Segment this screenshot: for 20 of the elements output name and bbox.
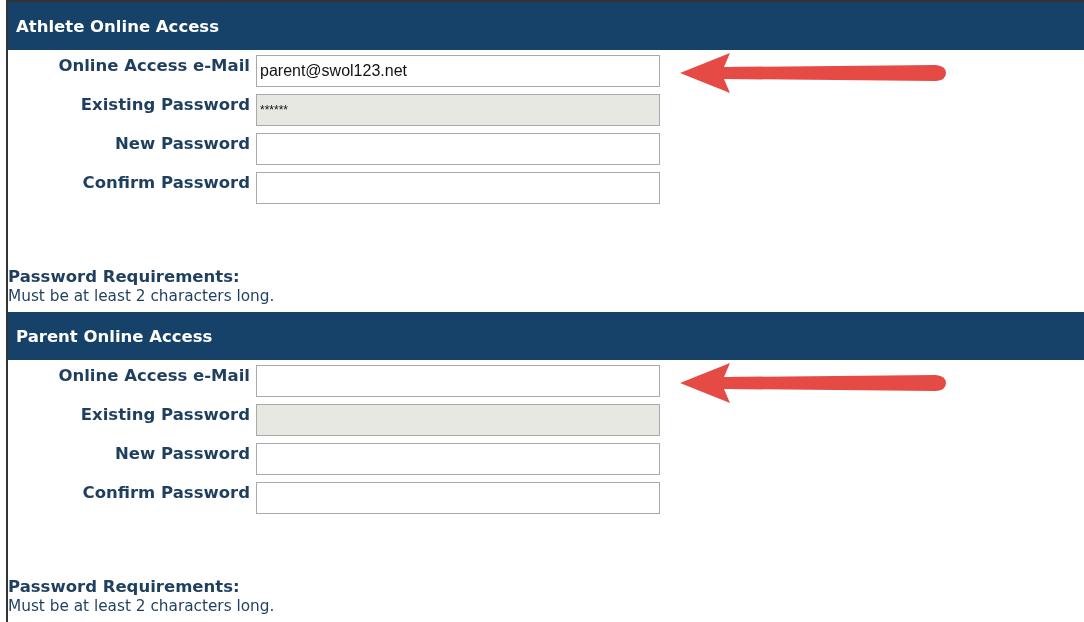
section-header: Athlete Online Access <box>8 2 1084 50</box>
input-field[interactable] <box>256 443 660 475</box>
input-field[interactable] <box>256 365 660 397</box>
requirements-title: Password Requirements: <box>8 266 241 287</box>
section-header: Parent Online Access <box>8 312 1084 360</box>
field-label: Existing Password <box>79 404 251 424</box>
field-label: Existing Password <box>79 94 251 114</box>
requirements-title: Password Requirements: <box>8 576 241 597</box>
requirements-text: Must be at least 2 characters long. <box>8 597 276 616</box>
field-label: New Password <box>114 133 251 153</box>
input-field[interactable] <box>256 172 660 204</box>
field-label: Confirm Password <box>81 482 251 502</box>
field-label: Confirm Password <box>81 172 251 192</box>
input-field[interactable] <box>256 133 660 165</box>
field-label: New Password <box>114 443 251 463</box>
field-label: Online Access e-Mail <box>57 55 251 75</box>
input-field[interactable] <box>256 482 660 514</box>
field-label: Online Access e-Mail <box>57 365 251 385</box>
input-field[interactable]: parent@swol123.net <box>256 55 660 87</box>
requirements-text: Must be at least 2 characters long. <box>8 287 276 306</box>
